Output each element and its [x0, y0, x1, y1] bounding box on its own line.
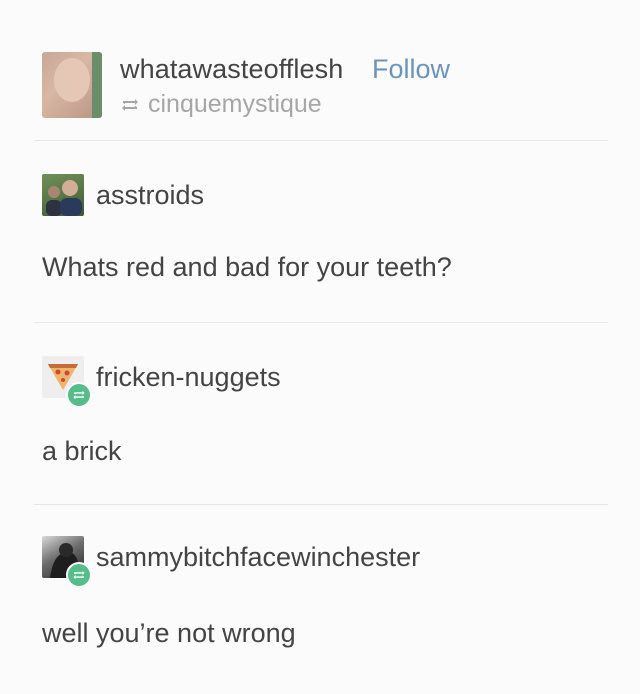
avatar-face: [54, 58, 90, 102]
user-avatar[interactable]: [42, 356, 92, 408]
thread-text: Whats red and bad for your teeth?: [42, 252, 452, 282]
thread-text: well you’re not wrong: [42, 618, 296, 648]
reblogged-from-username[interactable]: cinquemystique: [148, 90, 322, 119]
user-avatar[interactable]: [42, 536, 92, 588]
thread-text: a brick: [42, 436, 122, 466]
post-header: whatawasteofflesh Follow cinquemystique: [42, 52, 602, 122]
reblogged-from: cinquemystique: [120, 90, 322, 119]
divider: [34, 322, 608, 323]
reblog-icon: [122, 98, 138, 111]
blog-username[interactable]: whatawasteofflesh: [120, 54, 343, 85]
thread-user-sammybitchfacewinchester: sammybitchfacewinchester: [42, 536, 420, 588]
divider: [34, 504, 608, 505]
thread-user-fricken-nuggets: fricken-nuggets: [42, 356, 281, 408]
user-avatar[interactable]: [42, 174, 84, 216]
thread-user-asstroids: asstroids: [42, 174, 204, 216]
avatar-background: [92, 52, 102, 118]
thread-username[interactable]: sammybitchfacewinchester: [96, 542, 420, 573]
tumblr-post: whatawasteofflesh Follow cinquemystique …: [0, 0, 640, 694]
follow-button[interactable]: Follow: [372, 54, 450, 85]
thread-username[interactable]: fricken-nuggets: [96, 362, 281, 393]
divider: [34, 140, 608, 141]
avatar-photo-icon: [46, 180, 82, 216]
reblog-badge-icon: [66, 562, 92, 588]
blog-avatar[interactable]: [42, 52, 102, 118]
reblog-badge-icon: [66, 382, 92, 408]
thread-username[interactable]: asstroids: [96, 180, 204, 211]
